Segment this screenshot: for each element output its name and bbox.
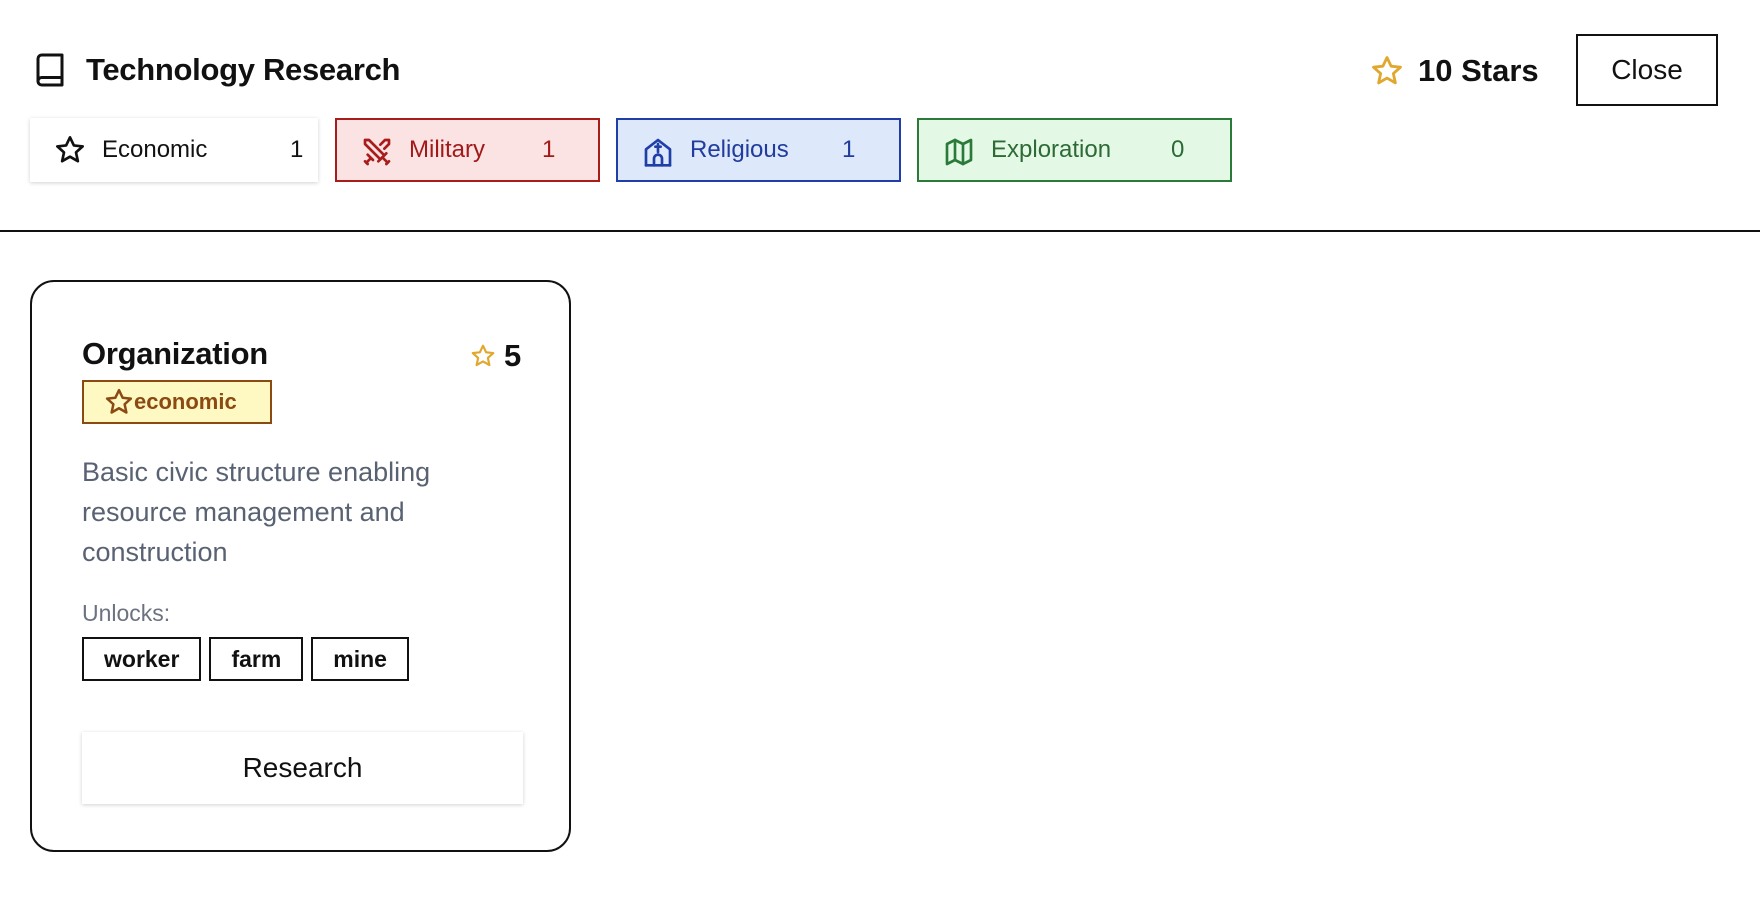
- unlock-tag: farm: [209, 637, 304, 681]
- category-label: Religious: [690, 136, 789, 163]
- category-badge: economic: [82, 380, 272, 424]
- map-icon: [945, 138, 973, 166]
- church-icon: [644, 138, 672, 167]
- page-title: Technology Research: [86, 52, 401, 87]
- star-icon: [105, 388, 133, 414]
- category-label: Exploration: [991, 136, 1112, 163]
- category-tab-religious[interactable]: Religious 1: [616, 118, 901, 182]
- category-count: 1: [542, 136, 556, 163]
- category-label: Military: [409, 136, 485, 163]
- category-tab-military[interactable]: Military 1: [335, 118, 600, 182]
- title-area: Technology Research: [32, 48, 400, 92]
- book-icon: [36, 53, 64, 87]
- star-icon: [56, 136, 84, 163]
- category-label: Economic: [102, 136, 208, 163]
- category-count: 1: [290, 136, 304, 163]
- stars-balance: 10 Stars: [1370, 50, 1539, 92]
- tech-description: Basic civic structure enabling resource …: [82, 457, 431, 567]
- category-tab-exploration[interactable]: Exploration 0: [917, 118, 1232, 182]
- category-badge-label: economic: [134, 389, 237, 414]
- unlocks-label: Unlocks:: [82, 600, 171, 626]
- stars-count: 10 Stars: [1418, 53, 1539, 88]
- tech-title: Organization: [82, 336, 268, 371]
- tech-cost-value: 5: [504, 338, 522, 373]
- category-count: 0: [1171, 136, 1185, 163]
- tech-cost: 5: [470, 338, 521, 374]
- star-icon: [471, 344, 495, 367]
- unlock-tag: worker: [82, 637, 202, 681]
- close-button[interactable]: Close: [1576, 34, 1718, 106]
- research-button[interactable]: Research: [82, 732, 523, 804]
- star-icon: [1372, 56, 1402, 85]
- category-tab-economic[interactable]: Economic 1: [30, 118, 318, 182]
- category-count: 1: [842, 136, 856, 163]
- unlocks-list: worker farm mine: [82, 637, 409, 681]
- header: Technology Research 10 Stars Close Econo…: [0, 0, 1760, 232]
- tech-card: Organization 5 economic Basic civic stru…: [30, 280, 571, 852]
- unlock-tag: mine: [311, 637, 409, 681]
- crossed-swords-icon: [363, 138, 391, 166]
